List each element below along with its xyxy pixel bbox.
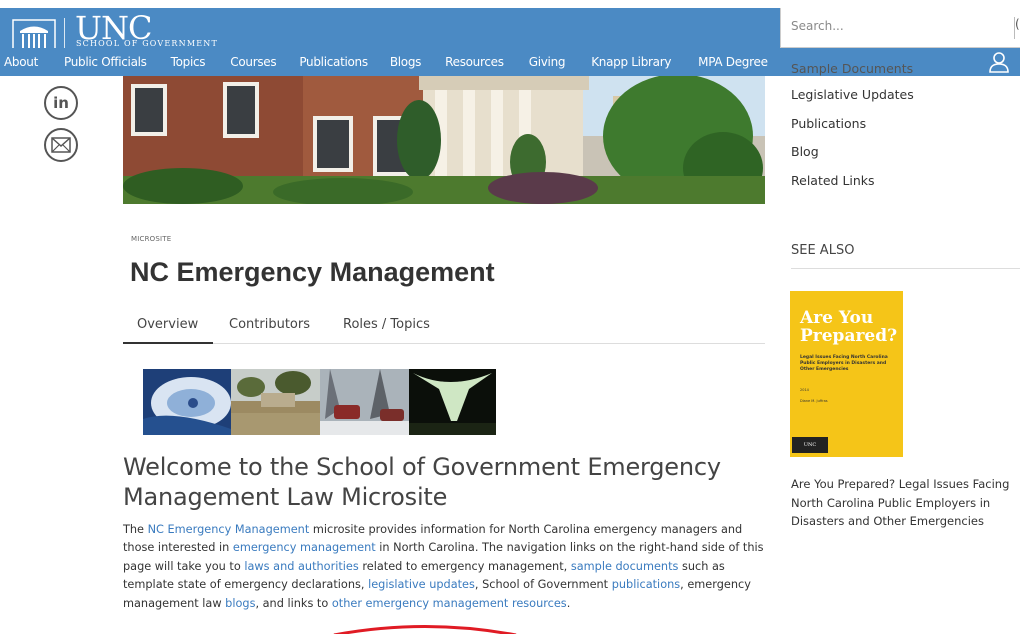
search-box: ( bbox=[780, 8, 1020, 48]
envelope-icon bbox=[51, 137, 71, 153]
hero-building-photo bbox=[123, 76, 765, 204]
link-sample-documents[interactable]: sample documents bbox=[571, 560, 679, 573]
intro-text: The bbox=[123, 523, 148, 536]
nav-mpa-degree[interactable]: MPA Degree bbox=[698, 48, 768, 76]
see-also-divider bbox=[791, 268, 1020, 269]
link-nc-emergency-management[interactable]: NC Emergency Management bbox=[148, 523, 310, 536]
page-title: NC Emergency Management bbox=[130, 257, 495, 287]
flood-photo bbox=[231, 369, 320, 435]
emergency-photo-strip bbox=[143, 369, 496, 435]
intro-paragraph: The NC Emergency Management microsite pr… bbox=[123, 521, 768, 613]
intro-text: . bbox=[566, 596, 571, 610]
social-share: in bbox=[44, 86, 80, 170]
search-button[interactable]: ( bbox=[1014, 17, 1020, 39]
brand-band: UNC SCHOOL OF GOVERNMENT bbox=[0, 8, 780, 55]
book-cover[interactable]: Are You Prepared? Legal Issues Facing No… bbox=[790, 291, 903, 457]
tornado-photo bbox=[409, 369, 496, 435]
sidebar-item-legislative-updates[interactable]: Legislative Updates bbox=[791, 81, 1019, 110]
tab-contributors[interactable]: Contributors bbox=[229, 310, 310, 344]
book-cover-year: 2014 bbox=[800, 388, 809, 392]
logo-subtitle[interactable]: SCHOOL OF GOVERNMENT bbox=[76, 39, 218, 48]
linkedin-icon[interactable]: in bbox=[44, 86, 78, 120]
link-legislative-updates[interactable]: legislative updates bbox=[368, 578, 475, 591]
tab-overview[interactable]: Overview bbox=[123, 310, 213, 344]
hurricane-photo bbox=[143, 369, 231, 435]
intro-text: , and links to bbox=[255, 596, 332, 610]
page-tabs: Overview Contributors Roles / Topics bbox=[123, 310, 765, 344]
linkedin-label: in bbox=[53, 94, 69, 112]
link-blogs[interactable]: blogs bbox=[225, 597, 255, 610]
link-emergency-management[interactable]: emergency management bbox=[233, 541, 376, 554]
nav-resources[interactable]: Resources bbox=[445, 48, 504, 76]
nav-giving[interactable]: Giving bbox=[529, 48, 566, 76]
search-input[interactable] bbox=[791, 19, 991, 33]
book-cover-author: Diane M. Juffras bbox=[800, 399, 828, 403]
book-cover-badge: UNC bbox=[792, 437, 828, 453]
welcome-heading: Welcome to the School of Government Emer… bbox=[123, 453, 721, 511]
nav-topics[interactable]: Topics bbox=[171, 48, 206, 76]
nav-blogs[interactable]: Blogs bbox=[390, 48, 422, 76]
nav-courses[interactable]: Courses bbox=[230, 48, 276, 76]
intro-text: , School of Government bbox=[474, 578, 612, 592]
sidebar-item-sample-documents[interactable]: Sample Documents bbox=[791, 64, 1019, 81]
nav-public-officials[interactable]: Public Officials bbox=[64, 48, 147, 76]
nav-about[interactable]: About bbox=[4, 48, 38, 76]
sidebar-item-related-links[interactable]: Related Links bbox=[791, 167, 1019, 196]
intro-text: related to emergency management, bbox=[358, 559, 571, 573]
link-laws-and-authorities[interactable]: laws and authorities bbox=[244, 560, 358, 573]
page-eyebrow: MICROSITE bbox=[131, 235, 172, 243]
see-also-heading: SEE ALSO bbox=[791, 243, 855, 258]
nav-publications[interactable]: Publications bbox=[299, 48, 368, 76]
email-icon[interactable] bbox=[44, 128, 78, 162]
link-publications[interactable]: publications bbox=[612, 578, 680, 591]
nav-knapp-library[interactable]: Knapp Library bbox=[591, 48, 671, 76]
snowstorm-photo bbox=[320, 369, 409, 435]
link-other-resources[interactable]: other emergency management resources bbox=[332, 597, 567, 610]
logo-text[interactable]: UNC bbox=[75, 10, 151, 40]
book-cover-title: Are You Prepared? bbox=[800, 308, 898, 346]
book-cover-subtitle: Legal Issues Facing North Carolina Publi… bbox=[800, 355, 888, 372]
book-caption-link[interactable]: Are You Prepared? Legal Issues Facing No… bbox=[791, 475, 1019, 531]
sidebar-nav: Sample Documents Legislative Updates Pub… bbox=[791, 64, 1019, 195]
sidebar-item-publications[interactable]: Publications bbox=[791, 110, 1019, 139]
tab-roles-topics[interactable]: Roles / Topics bbox=[343, 310, 430, 344]
annotation-red-arc bbox=[333, 625, 517, 634]
sidebar-item-blog[interactable]: Blog bbox=[791, 138, 1019, 167]
